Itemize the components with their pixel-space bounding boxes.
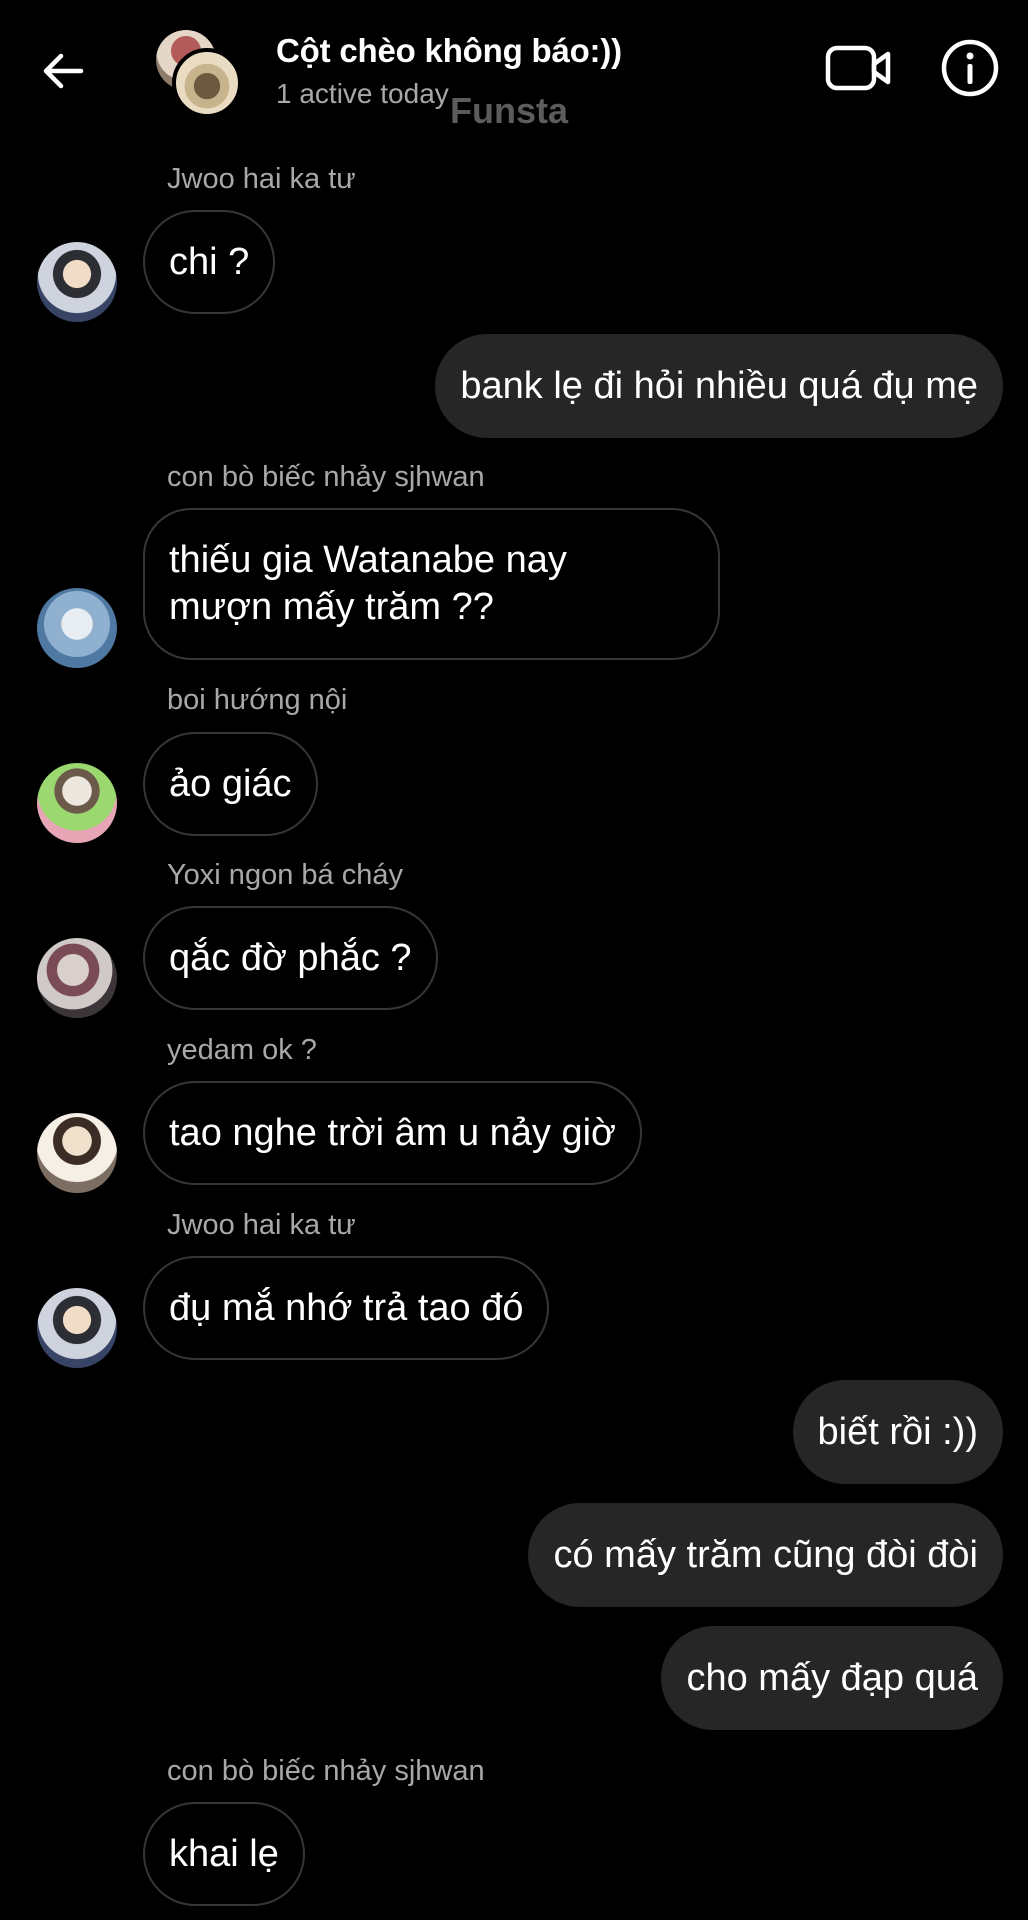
active-status: 1 active today [276, 78, 449, 109]
message-line: thiếu gia Watanabe nay [169, 539, 567, 581]
incoming-message[interactable]: thiếu gia Watanabe nay mượn mấy trăm ?? [143, 508, 720, 660]
avatar[interactable] [37, 1113, 117, 1193]
avatar[interactable] [37, 763, 117, 843]
incoming-message[interactable]: khai lẹ [143, 1802, 305, 1906]
sender-name: con bò biếc nhảy sjhwan [167, 461, 485, 493]
sender-name: con bò biếc nhảy sjhwan [167, 1755, 485, 1787]
chat-title-block[interactable]: Cột chèo không báo:)) 1 active today [276, 32, 622, 110]
avatar[interactable] [37, 588, 117, 668]
chat-title: Cột chèo không báo:)) [276, 32, 622, 69]
incoming-message[interactable]: qắc đờ phắc ? [143, 906, 438, 1010]
outgoing-message[interactable]: cho mấy đạp quá [661, 1626, 1003, 1730]
outgoing-message[interactable]: có mấy trăm cũng đòi đòi [528, 1503, 1003, 1607]
incoming-message[interactable]: tao nghe trời âm u nảy giờ [143, 1081, 642, 1185]
video-camera-icon [825, 45, 891, 91]
group-avatar-front [172, 48, 242, 118]
info-icon [941, 39, 999, 97]
incoming-message[interactable]: ảo giác [143, 732, 318, 836]
message-line: mượn mấy trăm ?? [169, 586, 494, 628]
info-button[interactable] [938, 36, 1002, 100]
sender-name: yedam ok ? [167, 1034, 317, 1066]
back-button[interactable] [36, 44, 90, 98]
video-call-button[interactable] [824, 38, 894, 98]
sender-name: Jwoo hai ka tư [167, 1209, 356, 1241]
avatar[interactable] [37, 938, 117, 1018]
sender-name: Jwoo hai ka tư [167, 163, 356, 195]
avatar[interactable] [37, 1288, 117, 1368]
avatar[interactable] [37, 242, 117, 322]
arrow-left-icon [43, 53, 84, 89]
incoming-message[interactable]: đụ mắ nhớ trả tao đó [143, 1256, 550, 1360]
outgoing-message[interactable]: bank lẹ đi hỏi nhiều quá đụ mẹ [435, 334, 1003, 438]
sender-name: boi hướng nội [167, 684, 348, 716]
watermark: Funsta [450, 90, 569, 131]
group-avatar[interactable] [156, 30, 242, 118]
incoming-message[interactable]: chi ? [143, 210, 276, 314]
sender-name: Yoxi ngon bá cháy [167, 859, 403, 891]
outgoing-message[interactable]: biết rồi :)) [792, 1380, 1003, 1484]
